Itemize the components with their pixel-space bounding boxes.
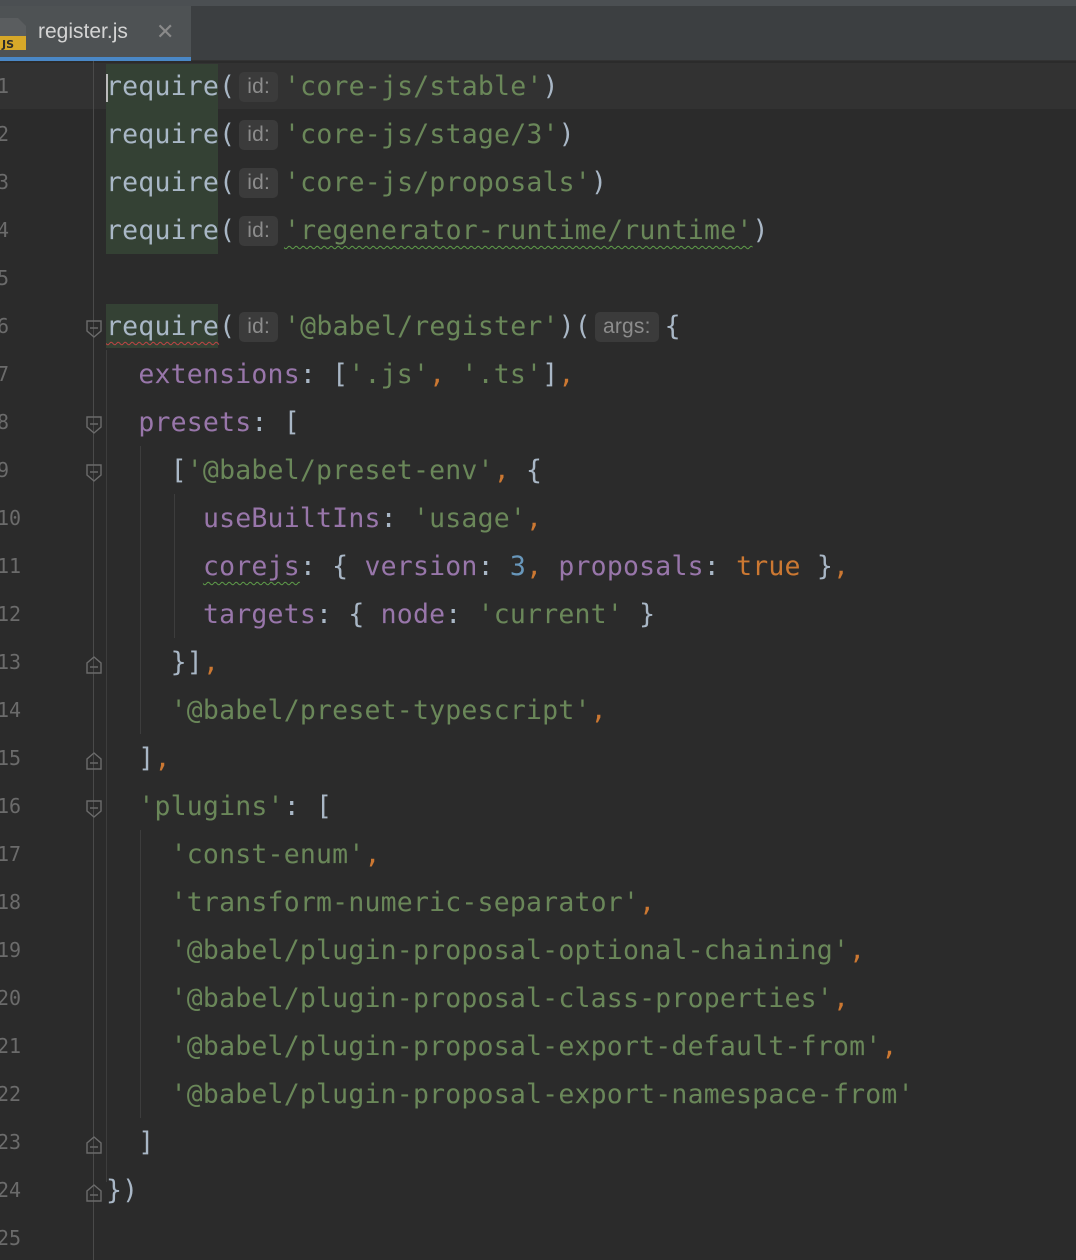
code-line[interactable]: 9 ['@babel/preset-env', { <box>0 448 1076 496</box>
code-line[interactable]: 3 require(id:'core-js/proposals') <box>0 160 1076 208</box>
line-number: 23 <box>0 1130 22 1154</box>
line-number: 25 <box>0 1226 22 1250</box>
line-number: 19 <box>0 938 22 962</box>
text-caret <box>106 74 108 102</box>
code-line[interactable]: 22 '@babel/plugin-proposal-export-namesp… <box>0 1072 1076 1120</box>
fold-end-icon[interactable] <box>86 1184 102 1202</box>
line-number: 15 <box>0 746 22 770</box>
line-number: 4 <box>0 218 10 242</box>
line-number: 5 <box>0 266 10 290</box>
code-text: ['@babel/preset-env', { <box>106 455 543 486</box>
code-text: 'plugins': [ <box>138 791 333 822</box>
parameter-hint: args: <box>594 312 659 342</box>
code-line[interactable]: 12 targets: { node: 'current' } <box>0 592 1076 640</box>
line-number: 14 <box>0 698 22 722</box>
code-text: ] <box>106 1127 155 1158</box>
warning-underline: 'regenerator-runtime/runtime' <box>284 215 753 246</box>
code-text: 'const-enum', <box>170 839 381 870</box>
line-number: 22 <box>0 1082 22 1106</box>
line-number: 7 <box>0 362 10 386</box>
code-text: 'transform-numeric-separator', <box>170 887 656 918</box>
code-text: ], <box>106 743 171 774</box>
code-line[interactable]: 14 '@babel/preset-typescript', <box>0 688 1076 736</box>
code-text: corejs: { version: 3, proposals: true }, <box>202 551 850 582</box>
code-text: require(id:'core-js/stable') <box>106 71 559 102</box>
code-text: extensions: ['.js', '.ts'], <box>138 359 575 390</box>
line-number: 2 <box>0 122 10 146</box>
code-line[interactable]: 15 ], <box>0 736 1076 784</box>
editor-tab-bar: JS register.js ✕ <box>0 0 1076 61</box>
fold-end-icon[interactable] <box>86 1136 102 1154</box>
code-line[interactable]: 5 <box>0 256 1076 304</box>
tab-register-js[interactable]: JS register.js ✕ <box>0 6 191 61</box>
line-number: 8 <box>0 410 10 434</box>
code-line[interactable]: 2 require(id:'core-js/stage/3') <box>0 112 1076 160</box>
line-number: 16 <box>0 794 22 818</box>
code-line[interactable]: 21 '@babel/plugin-proposal-export-defaul… <box>0 1024 1076 1072</box>
fold-end-icon[interactable] <box>86 656 102 674</box>
close-tab-icon[interactable]: ✕ <box>156 19 174 45</box>
javascript-file-icon: JS <box>0 18 26 51</box>
code-text: '@babel/preset-typescript', <box>170 695 607 726</box>
warning-underline: corejs <box>202 551 300 582</box>
code-text: require(id: '@babel/register')(args:{ <box>106 311 681 342</box>
code-text: '@babel/plugin-proposal-export-namespace… <box>170 1079 914 1110</box>
code-text: require(id:'core-js/proposals') <box>106 167 608 198</box>
code-text: }], <box>106 647 220 678</box>
fold-collapse-icon[interactable] <box>86 320 102 338</box>
code-line[interactable]: 13 }], <box>0 640 1076 688</box>
line-number: 6 <box>0 314 10 338</box>
parameter-hint: id: <box>239 312 279 342</box>
line-number: 1 <box>0 74 10 98</box>
line-number: 9 <box>0 458 10 482</box>
line-number: 24 <box>0 1178 22 1202</box>
line-number: 3 <box>0 170 10 194</box>
code-line[interactable]: 25 <box>0 1216 1076 1260</box>
line-number: 13 <box>0 650 22 674</box>
code-line[interactable]: 1 require(id:'core-js/stable') <box>0 64 1076 112</box>
line-number: 17 <box>0 842 22 866</box>
code-line[interactable]: 17 'const-enum', <box>0 832 1076 880</box>
code-text: }) <box>106 1175 139 1206</box>
code-line[interactable]: 4 require(id:'regenerator-runtime/runtim… <box>0 208 1076 256</box>
parameter-hint: id: <box>239 216 279 246</box>
error-underline: require <box>106 311 220 342</box>
parameter-hint: id: <box>239 168 279 198</box>
fold-collapse-icon[interactable] <box>86 416 102 434</box>
code-line[interactable]: 16 'plugins': [ <box>0 784 1076 832</box>
js-icon-label: JS <box>1 38 14 51</box>
line-number: 18 <box>0 890 22 914</box>
code-text: targets: { node: 'current' } <box>202 599 656 630</box>
code-text: '@babel/plugin-proposal-export-default-f… <box>170 1031 898 1062</box>
line-number: 21 <box>0 1034 22 1058</box>
code-text: presets: [ <box>138 407 300 438</box>
code-line[interactable]: 11 corejs: { version: 3, proposals: true… <box>0 544 1076 592</box>
line-number: 11 <box>0 554 22 578</box>
code-text: useBuiltIns: 'usage', <box>202 503 543 534</box>
code-text: '@babel/plugin-proposal-optional-chainin… <box>170 935 866 966</box>
line-number: 20 <box>0 986 22 1010</box>
code-line[interactable]: 6 require(id: '@babel/register')(args:{ <box>0 304 1076 352</box>
line-number: 10 <box>0 506 22 530</box>
code-line[interactable]: 24 }) <box>0 1168 1076 1216</box>
parameter-hint: id: <box>239 72 279 102</box>
line-number: 12 <box>0 602 22 626</box>
code-line[interactable]: 8 presets: [ <box>0 400 1076 448</box>
code-line[interactable]: 23 ] <box>0 1120 1076 1168</box>
code-text: require(id:'core-js/stage/3') <box>106 119 575 150</box>
parameter-hint: id: <box>239 120 279 150</box>
fold-collapse-icon[interactable] <box>86 800 102 818</box>
code-text: require(id:'regenerator-runtime/runtime'… <box>106 215 769 246</box>
code-line[interactable]: 20 '@babel/plugin-proposal-class-propert… <box>0 976 1076 1024</box>
code-text: '@babel/plugin-proposal-class-properties… <box>170 983 850 1014</box>
code-line[interactable]: 7 extensions: ['.js', '.ts'], <box>0 352 1076 400</box>
tab-title: register.js <box>38 20 128 43</box>
code-lines: 1 require(id:'core-js/stable') 2 require… <box>0 64 1076 1260</box>
code-line[interactable]: 18 'transform-numeric-separator', <box>0 880 1076 928</box>
code-line[interactable]: 10 useBuiltIns: 'usage', <box>0 496 1076 544</box>
code-line[interactable]: 19 '@babel/plugin-proposal-optional-chai… <box>0 928 1076 976</box>
fold-end-icon[interactable] <box>86 752 102 770</box>
fold-collapse-icon[interactable] <box>86 464 102 482</box>
